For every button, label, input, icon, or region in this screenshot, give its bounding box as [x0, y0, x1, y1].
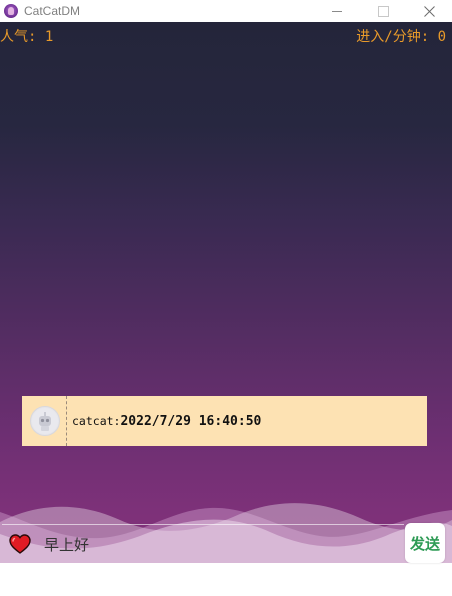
- app-window: CatCatDM 人气: 1 进入/分钟: 0 catcat:2022/7/29…: [0, 0, 452, 596]
- entries-per-minute-counter: 进入/分钟: 0: [356, 29, 446, 45]
- popularity-counter: 人气: 1: [0, 29, 54, 45]
- bottom-strip: [0, 563, 452, 596]
- window-controls: [314, 0, 452, 22]
- avatar: [30, 406, 60, 436]
- window-title: CatCatDM: [24, 4, 81, 18]
- send-button[interactable]: 发送: [405, 523, 445, 563]
- close-icon: [423, 5, 435, 17]
- message-input-bar: [2, 524, 404, 563]
- message-input[interactable]: [42, 534, 386, 554]
- app-logo-icon: [4, 4, 18, 18]
- maximize-icon: [377, 5, 389, 17]
- danmaku-timestamp: 2022/7/29 16:40:50: [120, 413, 262, 429]
- close-button[interactable]: [406, 0, 452, 22]
- title-bar[interactable]: CatCatDM: [0, 0, 452, 22]
- minimize-icon: [332, 10, 342, 12]
- robot-avatar-icon: [32, 408, 58, 434]
- danmaku-area: 人气: 1 进入/分钟: 0 catcat:2022/7/29 16:40:50: [0, 22, 452, 596]
- heart-icon[interactable]: [8, 532, 32, 556]
- maximize-button[interactable]: [360, 0, 406, 22]
- danmaku-message-text: catcat:2022/7/29 16:40:50: [72, 414, 261, 429]
- minimize-button[interactable]: [314, 0, 360, 22]
- danmaku-message-card: catcat:2022/7/29 16:40:50: [22, 396, 427, 446]
- card-divider: [66, 396, 67, 446]
- danmaku-username: catcat:: [72, 413, 121, 428]
